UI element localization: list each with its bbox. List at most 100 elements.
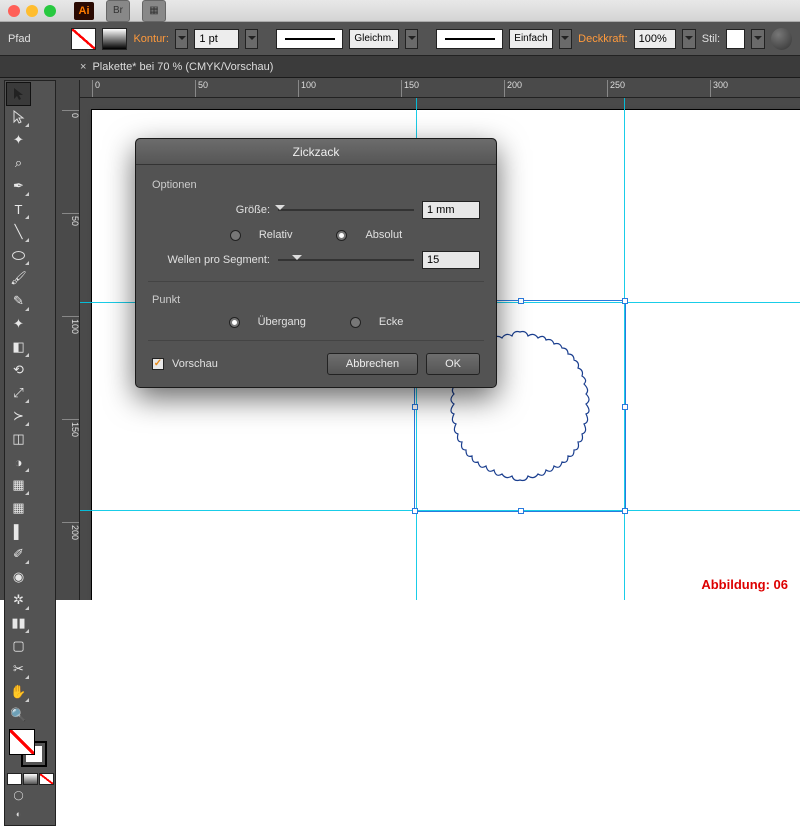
size-label: Größe: <box>152 204 270 216</box>
gradient-mode-icon[interactable] <box>23 773 38 785</box>
ruler-tick: 50 <box>195 80 208 98</box>
draw-normal-icon[interactable]: ◯ <box>7 786 30 804</box>
options-group-label: Optionen <box>152 179 480 191</box>
slice-tool[interactable]: ✂ <box>7 658 30 680</box>
tab-close-icon[interactable]: × <box>80 61 86 73</box>
ruler-tick: 150 <box>401 80 419 98</box>
zigzag-dialog: Zickzack Optionen Größe: 1 mm Relativ Ab… <box>135 138 497 388</box>
selection-tool[interactable] <box>7 83 30 105</box>
size-input[interactable]: 1 mm <box>422 201 480 219</box>
width-profile-preview[interactable] <box>276 29 343 49</box>
ruler-tick: 150 <box>62 419 80 437</box>
stroke-label: Kontur: <box>133 33 168 45</box>
blend-tool[interactable]: ◉ <box>7 566 30 588</box>
figure-caption: Abbildung: 06 <box>701 577 788 592</box>
none-mode-icon[interactable] <box>39 773 54 785</box>
ruler-tick: 200 <box>504 80 522 98</box>
vertical-ruler[interactable]: 0 50 100 150 200 <box>62 80 80 600</box>
horizontal-ruler[interactable]: 0 50 100 150 200 250 300 <box>80 80 800 98</box>
mesh-tool[interactable]: ▦ <box>7 497 30 519</box>
ruler-tick: 250 <box>607 80 625 98</box>
pencil-tool[interactable]: ✎ <box>7 290 30 312</box>
ruler-tick: 100 <box>298 80 316 98</box>
brush-dropdown[interactable] <box>559 29 573 49</box>
eraser-tool[interactable]: ◧ <box>7 336 30 358</box>
ridges-label: Wellen pro Segment: <box>152 254 270 266</box>
style-swatch[interactable] <box>726 29 745 49</box>
selection-type-label: Pfad <box>8 33 31 45</box>
direct-selection-tool[interactable] <box>7 106 30 128</box>
rotate-tool[interactable]: ⟲ <box>7 359 30 381</box>
draw-behind-icon[interactable]: ◐ <box>7 805 30 823</box>
width-profile-dropdown[interactable] <box>405 29 419 49</box>
style-dropdown[interactable] <box>751 29 765 49</box>
ruler-tick: 300 <box>710 80 728 98</box>
document-tab-bar: × Plakette* bei 70 % (CMYK/Vorschau) <box>0 56 800 78</box>
corner-radio[interactable] <box>350 317 361 328</box>
eyedropper-tool[interactable]: ✐ <box>7 543 30 565</box>
smooth-label: Übergang <box>258 316 306 328</box>
ruler-tick: 100 <box>62 316 80 334</box>
symbol-sprayer-tool[interactable]: ✲ <box>7 589 30 611</box>
size-slider[interactable] <box>278 203 414 217</box>
free-transform-tool[interactable]: ◫ <box>7 428 30 450</box>
style-label: Stil: <box>702 33 720 45</box>
ok-button[interactable]: OK <box>426 353 480 375</box>
scale-tool[interactable]: ⤢ <box>7 382 30 404</box>
corner-label: Ecke <box>379 316 403 328</box>
opacity-input[interactable]: 100% <box>634 29 677 49</box>
relative-label: Relativ <box>259 229 293 241</box>
blob-brush-tool[interactable]: ✦ <box>7 313 30 335</box>
gradient-tool[interactable]: ▌ <box>7 520 30 542</box>
stroke-weight-input[interactable]: 1 pt <box>194 29 239 49</box>
ridges-slider[interactable] <box>278 253 414 267</box>
stroke-swatch[interactable] <box>102 28 127 50</box>
arrange-docs-icon[interactable]: ▦ <box>142 0 166 22</box>
ellipse-tool[interactable] <box>7 244 30 266</box>
window-minimize-button[interactable] <box>26 5 38 17</box>
preview-label: Vorschau <box>172 358 218 370</box>
tools-panel: ✦ ⌕ ✒ T ╲ 🖌 ✎ ✦ ◧ ⟲ ⤢ ≻ ◫ ◑ ▦ ▦ ▌ ✐ ◉ ✲ … <box>4 80 56 826</box>
app-logo-icon: Ai <box>74 2 94 20</box>
doc-setup-icon[interactable] <box>771 28 792 50</box>
paintbrush-tool[interactable]: 🖌 <box>7 267 30 289</box>
width-profile-label: Gleichm. <box>349 29 398 49</box>
smooth-radio[interactable] <box>229 317 240 328</box>
fill-stroke-swatches[interactable] <box>7 729 53 771</box>
opacity-label: Deckkraft: <box>578 33 628 45</box>
type-tool[interactable]: T <box>7 198 30 220</box>
brush-preview[interactable] <box>436 29 503 49</box>
width-tool[interactable]: ≻ <box>7 405 30 427</box>
point-group-label: Punkt <box>152 294 480 306</box>
window-close-button[interactable] <box>8 5 20 17</box>
fill-swatch[interactable] <box>71 28 96 50</box>
options-bar: Pfad Kontur: 1 pt Gleichm. Einfach Deckk… <box>0 22 800 56</box>
cancel-button[interactable]: Abbrechen <box>327 353 418 375</box>
bridge-icon[interactable]: Br <box>106 0 130 22</box>
line-tool[interactable]: ╲ <box>7 221 30 243</box>
shape-builder-tool[interactable]: ◑ <box>7 451 30 473</box>
window-maximize-button[interactable] <box>44 5 56 17</box>
opacity-dropdown[interactable] <box>682 29 696 49</box>
stroke-decrement[interactable] <box>175 29 189 49</box>
pen-tool[interactable]: ✒ <box>7 175 30 197</box>
perspective-grid-tool[interactable]: ▦ <box>7 474 30 496</box>
ruler-tick: 200 <box>62 522 80 540</box>
dialog-title: Zickzack <box>136 139 496 165</box>
stroke-dropdown[interactable] <box>245 29 259 49</box>
absolute-label: Absolut <box>365 229 402 241</box>
column-graph-tool[interactable]: ▮▮ <box>7 612 30 634</box>
relative-radio[interactable] <box>230 230 241 241</box>
ruler-tick: 0 <box>92 80 100 98</box>
magic-wand-tool[interactable]: ✦ <box>7 129 30 151</box>
absolute-radio[interactable] <box>336 230 347 241</box>
color-mode-icon[interactable] <box>7 773 22 785</box>
preview-checkbox[interactable]: ✓ <box>152 358 164 370</box>
zoom-tool[interactable]: 🔍 <box>7 704 30 726</box>
artboard-tool[interactable]: ▢ <box>7 635 30 657</box>
document-tab-title[interactable]: Plakette* bei 70 % (CMYK/Vorschau) <box>92 61 273 73</box>
ruler-tick: 50 <box>62 213 80 226</box>
hand-tool[interactable]: ✋ <box>7 681 30 703</box>
lasso-tool[interactable]: ⌕ <box>7 152 30 174</box>
ridges-input[interactable]: 15 <box>422 251 480 269</box>
